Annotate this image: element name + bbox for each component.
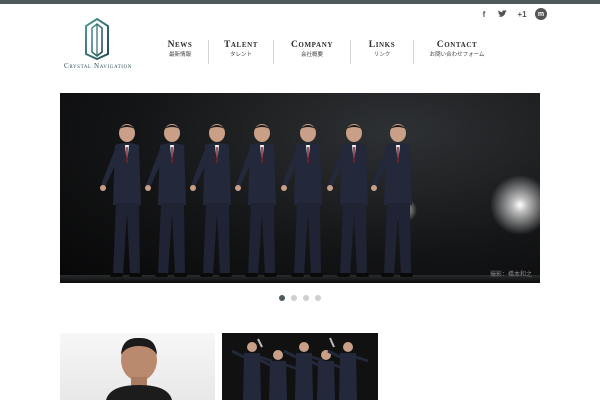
slider-dot[interactable] [315, 295, 321, 301]
share-icon[interactable]: m [535, 8, 547, 20]
social-links: f +1 m [477, 7, 547, 21]
nav-label: News [167, 40, 193, 50]
nav-sublabel: お問い合わせフォーム [429, 52, 485, 58]
twitter-icon[interactable] [495, 7, 509, 21]
nav-label: Talent [223, 40, 259, 50]
slider-pagination [279, 295, 321, 301]
photo-credit: 撮影：橋本和之 [489, 271, 532, 278]
crystal-logo-icon [85, 18, 109, 60]
nav-sublabel: 最新情報 [168, 52, 191, 58]
performer-figure [190, 124, 232, 277]
performer-figure [281, 124, 323, 277]
nav-item-talent[interactable]: Talent タレント [209, 40, 273, 64]
performer-figure [100, 124, 142, 277]
talent-thumbnail[interactable] [60, 333, 215, 400]
nav-item-company[interactable]: Company 会社概要 [274, 40, 350, 64]
performer-figure [231, 342, 273, 400]
portrait-image [106, 337, 172, 400]
nav-label: Contact [436, 40, 478, 50]
performer-figure [235, 124, 277, 277]
nav-sublabel: タレント [229, 52, 252, 58]
performer-figure [371, 124, 413, 277]
site-logo[interactable]: Crystal Navigation [58, 18, 138, 74]
nav-item-links[interactable]: Links リンク [351, 40, 413, 64]
stage-light [490, 175, 540, 235]
slider-dot[interactable] [303, 295, 309, 301]
performer-figure [145, 124, 187, 277]
nav-item-contact[interactable]: Contact お問い合わせフォーム [414, 40, 500, 64]
slider-dot[interactable] [279, 295, 285, 301]
facebook-icon[interactable]: f [477, 7, 491, 21]
group-thumbnail[interactable] [222, 333, 378, 400]
nav-item-news[interactable]: News 最新情報 [152, 40, 208, 64]
performer-figure [327, 124, 369, 277]
nav-sublabel: 会社概要 [300, 52, 323, 58]
hero-slide-image[interactable]: 撮影：橋本和之 [60, 93, 540, 283]
nav-sublabel: リンク [373, 52, 391, 58]
top-accent-bar [0, 0, 600, 4]
google-plus-icon[interactable]: +1 [513, 7, 531, 21]
logo-text: Crystal Navigation [64, 62, 132, 70]
slider-dot[interactable] [291, 295, 297, 301]
nav-label: Links [368, 40, 396, 50]
group-image [231, 337, 369, 400]
nav-label: Company [290, 40, 334, 50]
main-nav: News 最新情報 Talent タレント Company 会社概要 Links… [152, 40, 500, 64]
